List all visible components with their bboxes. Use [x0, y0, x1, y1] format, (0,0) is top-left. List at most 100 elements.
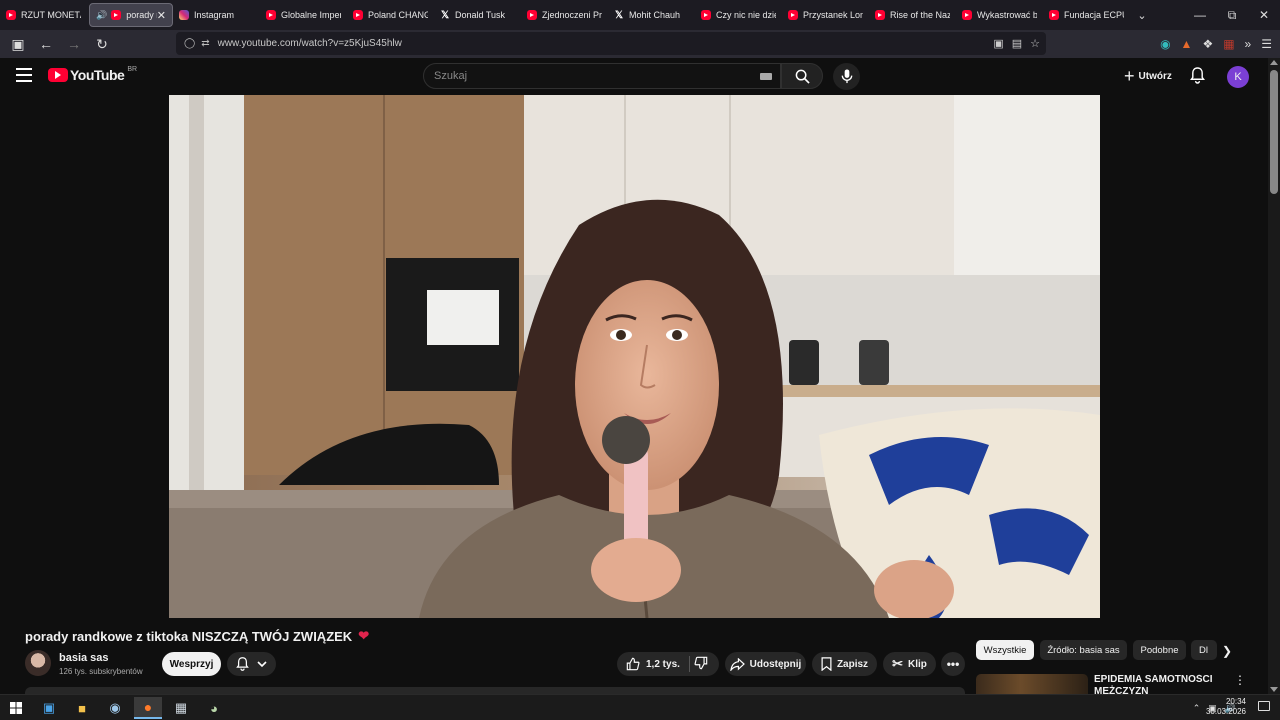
browser-tab[interactable]: Instagram: [173, 3, 260, 27]
fox-extension-icon[interactable]: ▲: [1181, 37, 1193, 51]
taskbar-app-monitor[interactable]: ▣: [35, 697, 63, 719]
subscription-bell-button[interactable]: [227, 652, 276, 676]
channel-avatar[interactable]: [25, 650, 51, 676]
share-arrow-icon: [729, 657, 745, 671]
recommended-title[interactable]: EPIDEMIA SAMOTNOŚCI MĘŻCZYZN: [1094, 674, 1214, 694]
vpn-extension-icon[interactable]: ◉: [1160, 37, 1170, 51]
youtube-logo[interactable]: YouTube BR: [48, 65, 138, 83]
tab-label: porady ra: [126, 10, 157, 20]
filter-chip[interactable]: Wszystkie: [976, 640, 1034, 660]
tab-label: Wykastrować be: [977, 10, 1037, 20]
more-actions-button[interactable]: •••: [941, 652, 965, 676]
browser-tab[interactable]: RZUT MONETĄ |: [0, 3, 87, 27]
menu-icon[interactable]: ☰: [1261, 37, 1272, 51]
page-scrollbar[interactable]: [1268, 58, 1280, 694]
taskbar-app-calculator[interactable]: ▦: [167, 697, 195, 719]
browser-tab[interactable]: Globalne Imperi: [260, 3, 347, 27]
video-player[interactable]: [169, 95, 1100, 618]
chevron-right-icon[interactable]: ❯: [1222, 644, 1232, 658]
tab-label: Przystanek Lomb: [803, 10, 863, 20]
youtube-icon: [1049, 10, 1059, 20]
restore-icon[interactable]: ⧉: [1216, 0, 1248, 30]
search-icon: [795, 69, 810, 84]
close-window-icon[interactable]: ✕: [1248, 0, 1280, 30]
browser-tab[interactable]: Poland CHANGE: [347, 3, 434, 27]
browser-tab[interactable]: Fundacja ECPU P: [1043, 3, 1130, 27]
browser-tab[interactable]: Rise of the Nazis: [869, 3, 956, 27]
reload-icon[interactable]: ↻: [90, 32, 114, 56]
notification-center-icon[interactable]: [1258, 701, 1270, 711]
back-icon[interactable]: ←: [34, 32, 58, 56]
search-button[interactable]: [781, 63, 823, 89]
description-box[interactable]: [25, 687, 965, 694]
filter-chip[interactable]: Podobne: [1133, 640, 1186, 660]
clip-button[interactable]: ✂ Klip: [883, 652, 936, 676]
permissions-icon[interactable]: ⇄: [201, 38, 209, 49]
browser-tab[interactable]: 𝕏 Mohit Chauh: [608, 3, 695, 27]
browser-tab[interactable]: 𝕏 Donald Tusk: [434, 3, 521, 27]
address-bar[interactable]: ◯ ⇄ www.youtube.com/watch?v=z5KjuS45hlw …: [176, 32, 1046, 55]
filter-chip[interactable]: Źródło: basia sas: [1040, 640, 1127, 660]
region-code: BR: [127, 65, 138, 73]
forward-icon[interactable]: →: [62, 32, 86, 56]
taskbar-app-globe[interactable]: ◕: [200, 697, 228, 719]
sidebar-toggle-icon[interactable]: ▣: [6, 32, 30, 56]
minimize-icon[interactable]: —: [1184, 0, 1216, 30]
reader-view-icon[interactable]: ▤: [1012, 37, 1022, 50]
firefox-icon: ●: [143, 699, 153, 715]
clock-date: 30.03.2026: [1205, 707, 1246, 716]
picture-in-picture-icon[interactable]: ▣: [993, 37, 1003, 50]
tab-label: Instagram: [194, 10, 235, 20]
url-text: www.youtube.com/watch?v=z5KjuS45hlw: [217, 38, 402, 49]
dislike-button[interactable]: [694, 656, 708, 673]
window-controls: — ⧉ ✕: [1184, 0, 1280, 30]
more-vertical-icon[interactable]: ⋮: [1234, 673, 1246, 687]
keyboard-icon[interactable]: [760, 73, 772, 80]
tab-label: Rise of the Nazis: [890, 10, 950, 20]
extensions-puzzle-icon[interactable]: ❖: [1202, 37, 1213, 51]
tab-close-icon[interactable]: ✕: [157, 9, 166, 22]
create-button[interactable]: + Utwórz: [1114, 63, 1182, 89]
scroll-down-icon[interactable]: [1270, 687, 1278, 692]
recommended-thumbnail[interactable]: [976, 674, 1088, 694]
account-avatar[interactable]: K: [1227, 66, 1249, 88]
shield-icon[interactable]: ◯: [184, 38, 195, 49]
youtube-icon: [788, 10, 798, 20]
thumbs-down-icon: [694, 656, 708, 670]
system-clock[interactable]: 20:34 30.03.2026: [1206, 697, 1246, 717]
tab-list-chevron-icon[interactable]: ⌄: [1130, 9, 1154, 22]
scroll-up-icon[interactable]: [1270, 60, 1278, 65]
taskbar-app-explorer[interactable]: ■: [68, 697, 96, 719]
browser-tab[interactable]: Zjednoczeni Prze: [521, 3, 608, 27]
browser-tab[interactable]: Czy nic nie dzieje: [695, 3, 782, 27]
overflow-chevron-icon[interactable]: »: [1245, 37, 1252, 51]
youtube-icon: [962, 10, 972, 20]
browser-tab[interactable]: 🔊 porady ra✕: [89, 3, 173, 27]
start-button[interactable]: [2, 697, 30, 719]
calculator-icon: ▦: [174, 700, 188, 715]
video-title: porady randkowe z tiktoka NISZCZĄ TWÓJ Z…: [25, 628, 353, 644]
save-button[interactable]: Zapisz: [812, 652, 877, 676]
guide-menu-icon[interactable]: [16, 68, 32, 82]
taskbar-app-steam[interactable]: ◉: [101, 697, 129, 719]
share-button[interactable]: Udostępnij: [725, 652, 806, 676]
more-horizontal-icon: •••: [946, 657, 960, 671]
bookmark-star-icon[interactable]: ☆: [1030, 37, 1040, 50]
browser-tab[interactable]: Przystanek Lomb: [782, 3, 869, 27]
channel-name[interactable]: basia sas: [59, 652, 109, 664]
bell-icon: [236, 657, 249, 671]
voice-search-button[interactable]: [833, 63, 860, 90]
tray-chevron-up-icon[interactable]: ⌃: [1193, 703, 1201, 714]
scrollbar-thumb[interactable]: [1270, 70, 1278, 194]
notifications-button[interactable]: [1190, 67, 1205, 89]
filter-chip[interactable]: Dl: [1191, 640, 1217, 660]
browser-tab[interactable]: Wykastrować be: [956, 3, 1043, 27]
bookmark-icon: [821, 657, 832, 671]
ublock-extension-icon[interactable]: ▦: [1223, 37, 1234, 51]
taskbar-app-firefox[interactable]: ●: [134, 697, 162, 719]
like-button[interactable]: 1,2 tys.: [617, 652, 719, 676]
join-button[interactable]: Wesprzyj: [162, 652, 221, 676]
search-input[interactable]: Szukaj: [423, 63, 781, 89]
tab-audio-icon[interactable]: 🔊: [96, 10, 107, 21]
join-label: Wesprzyj: [169, 658, 214, 670]
